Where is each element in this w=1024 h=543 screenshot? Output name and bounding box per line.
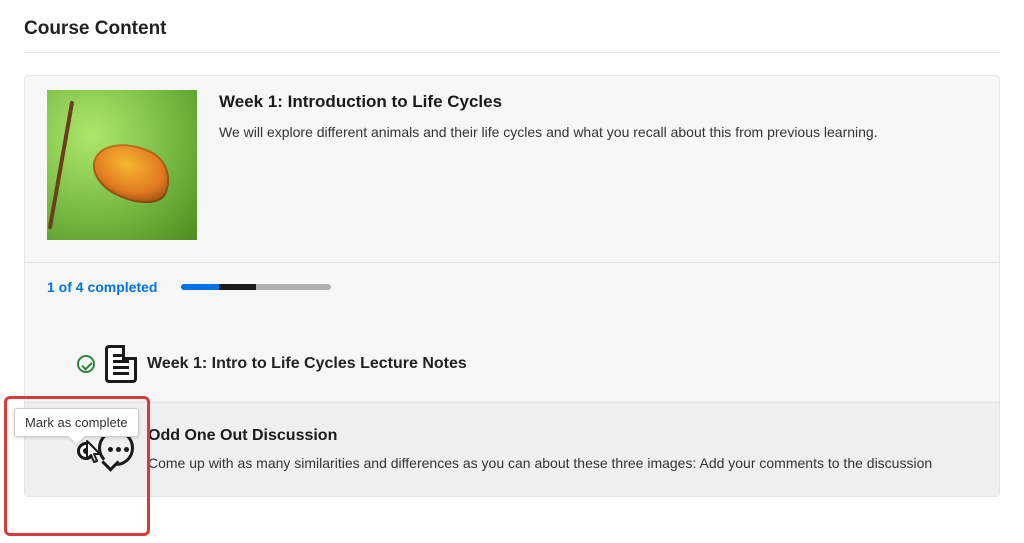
content-item-lecture-notes[interactable]: Week 1: Intro to Life Cycles Lecture Not… [25, 311, 999, 402]
content-item-discussion[interactable]: Odd One Out Discussion Come up with as m… [25, 402, 999, 496]
content-item-title: Odd One Out Discussion [148, 427, 977, 445]
module-description: We will explore different animals and th… [219, 122, 977, 143]
module-header[interactable]: Week 1: Introduction to Life Cycles We w… [25, 76, 999, 262]
tooltip-mark-complete: Mark as complete [14, 408, 139, 437]
module-card: Week 1: Introduction to Life Cycles We w… [24, 75, 1000, 497]
progress-row: 1 of 4 completed [25, 262, 999, 311]
module-thumbnail [47, 90, 197, 240]
content-item-title: Week 1: Intro to Life Cycles Lecture Not… [147, 355, 467, 373]
progress-bar [181, 284, 331, 290]
progress-label: 1 of 4 completed [47, 279, 157, 295]
completed-check-icon [77, 355, 95, 373]
divider [24, 52, 1000, 53]
module-title: Week 1: Introduction to Life Cycles [219, 92, 977, 112]
tooltip-text: Mark as complete [25, 415, 128, 430]
content-item-description: Come up with as many similarities and di… [148, 453, 977, 474]
document-icon [105, 345, 137, 383]
page-title: Course Content [24, 18, 1000, 40]
